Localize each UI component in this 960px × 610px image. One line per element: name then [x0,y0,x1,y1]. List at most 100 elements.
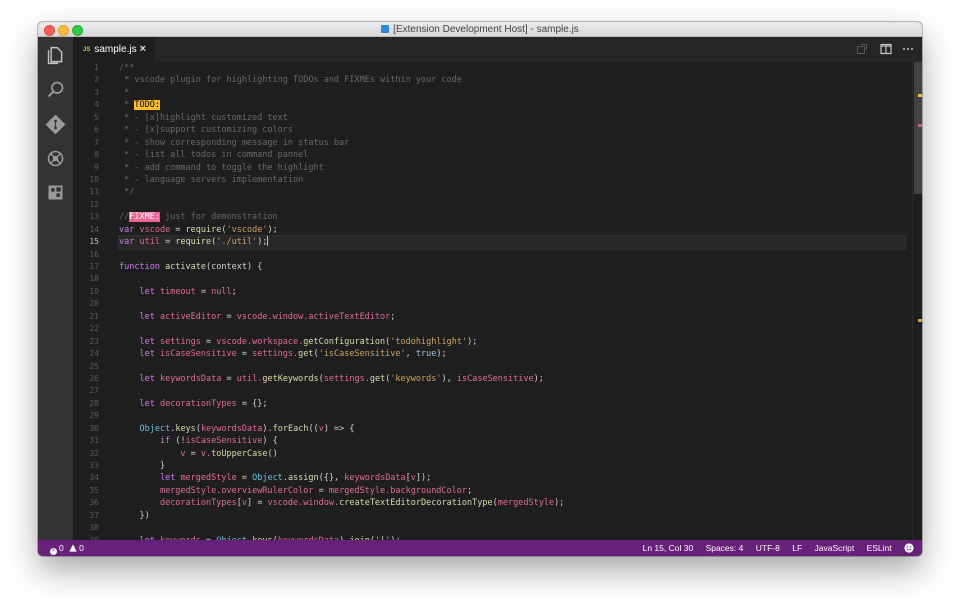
line-number: 38 [89,523,99,533]
code-token: get [369,373,386,384]
code-line[interactable]: */ [119,186,905,198]
code-line[interactable]: * - add command to toggle the highlight [119,162,905,174]
code-token: keys [175,423,196,434]
code-line[interactable]: * [119,87,905,99]
code-line[interactable]: } [119,460,905,472]
code-lines[interactable]: /** * vscode plugin for highlighting TOD… [118,62,906,540]
code-line[interactable]: var vscode = require('vscode'); [119,224,905,236]
line-number: 16 [89,249,99,259]
code-line[interactable] [119,249,905,261]
indentation[interactable]: Spaces: 4 [706,540,744,556]
more-actions-icon[interactable] [902,43,914,55]
line-number: 20 [89,299,99,309]
line-number: 9 [94,162,99,172]
code-token: 'todohighlight' [390,336,468,347]
code-token: true [415,349,437,360]
code-token: assign [287,473,319,484]
code-line[interactable]: /** [119,62,905,74]
code-line[interactable]: }) [119,510,905,522]
code-token: /** [119,63,135,73]
git-icon[interactable] [45,114,66,135]
encoding[interactable]: UTF-8 [756,540,780,556]
code-line[interactable]: //FIXME: just for demonstration [119,211,905,223]
cursor-position[interactable]: Ln 15, Col 30 [643,540,694,556]
language-mode[interactable]: JavaScript [815,540,855,556]
linter-status[interactable]: ESLint [867,540,892,556]
code-line[interactable]: * - show corresponding message in status… [119,137,905,149]
code-line[interactable] [119,298,905,310]
code-line[interactable] [119,361,905,373]
code-line[interactable] [119,199,905,211]
line-number: 7 [94,137,99,147]
code-token: ), [441,373,457,384]
open-changes-icon[interactable] [856,43,868,55]
line-number: 21 [89,311,99,321]
code-token: createTextEditorDecorationType [339,498,493,509]
line-number: 8 [94,150,99,160]
code-token: getKeywords [262,373,319,384]
code-line[interactable]: * TODO: [119,99,905,111]
code-line[interactable]: decorationTypes[v] = vscode.window.creat… [119,497,905,509]
code-line[interactable]: * vscode plugin for highlighting TODOs a… [119,74,905,86]
code-line[interactable]: * - language servers implementation [119,174,905,186]
debug-icon[interactable] [45,148,66,169]
line-number: 22 [89,324,99,334]
text-cursor [267,236,269,247]
vertical-scrollbar[interactable] [912,62,922,540]
end-of-line[interactable]: LF [792,540,802,556]
code-line[interactable]: let timeout = null; [119,286,905,298]
code-token: timeout [159,286,196,297]
code-token: util. [236,373,263,384]
scrollbar-thumb[interactable] [914,62,922,194]
code-line[interactable]: var util = require('./util'); [118,235,906,250]
code-line[interactable]: function activate(context) { [119,261,905,273]
code-line[interactable]: Object.keys(keywordsData).forEach((v) =>… [119,423,905,435]
line-number: 32 [89,448,99,458]
status-problems[interactable]: × 0 0 [50,540,84,556]
feedback-smiley-icon[interactable] [904,543,914,553]
code-token: ] = [246,498,268,509]
code-line[interactable] [119,522,905,534]
code-token: = [195,286,212,297]
tab-close-button[interactable]: × [140,37,146,62]
code-line[interactable]: let keywordsData = util.getKeywords(sett… [119,373,905,385]
code-line[interactable] [119,323,905,335]
code-token: if [159,436,171,447]
code-line[interactable]: mergedStyle.overviewRulerColor = mergedS… [119,485,905,497]
code-token: Object [252,473,283,484]
code-line[interactable] [119,385,905,397]
code-token: isCaseSensitive [456,373,534,384]
search-icon[interactable] [45,79,66,100]
code-token: 'isCaseSensitive' [318,349,406,360]
code-line[interactable]: let decorationTypes = {}; [119,398,905,410]
explorer-icon[interactable] [45,45,66,66]
code-line[interactable] [119,410,905,422]
code-line[interactable]: let isCaseSensitive = settings.get('isCa… [119,348,905,360]
code-token: ; [231,286,237,297]
code-token: require [185,224,222,235]
code-line[interactable]: let settings = vscode.workspace.getConfi… [119,336,905,348]
code-line[interactable]: * - [x]highlight customized text [119,112,905,124]
code-line[interactable]: let mergedStyle = Object.assign({}, keyw… [119,472,905,484]
code-token: = [236,473,253,484]
split-editor-icon[interactable] [880,43,892,55]
code-line[interactable]: * - list all todos in command pannel [119,149,905,161]
code-token: mergedStyle.backgroundColor [328,485,468,496]
code-line[interactable] [119,273,905,285]
code-line[interactable]: * - [x]support customizing colors [119,124,905,136]
code-token: * [119,87,130,98]
code-line[interactable]: let activeEditor = vscode.window.activeT… [119,311,905,323]
code-editor[interactable]: 1 2 3 4 5 6 7 8 9 10 11 12 13 14 15 16 17 18 19 20 21 22 23 24 2… [73,62,922,540]
code-token: ]); [415,473,432,484]
error-icon: × [50,548,57,555]
code-token: isCaseSensitive [185,436,263,447]
warning-count: 0 [79,543,84,553]
extensions-icon[interactable] [45,182,66,203]
tab-sample-js[interactable]: JS sample.js × [73,37,155,62]
line-number: 28 [89,398,99,408]
code-line[interactable]: v = v.toUpperCase() [119,448,905,460]
code-line[interactable]: if (!isCaseSensitive) { [119,435,905,447]
